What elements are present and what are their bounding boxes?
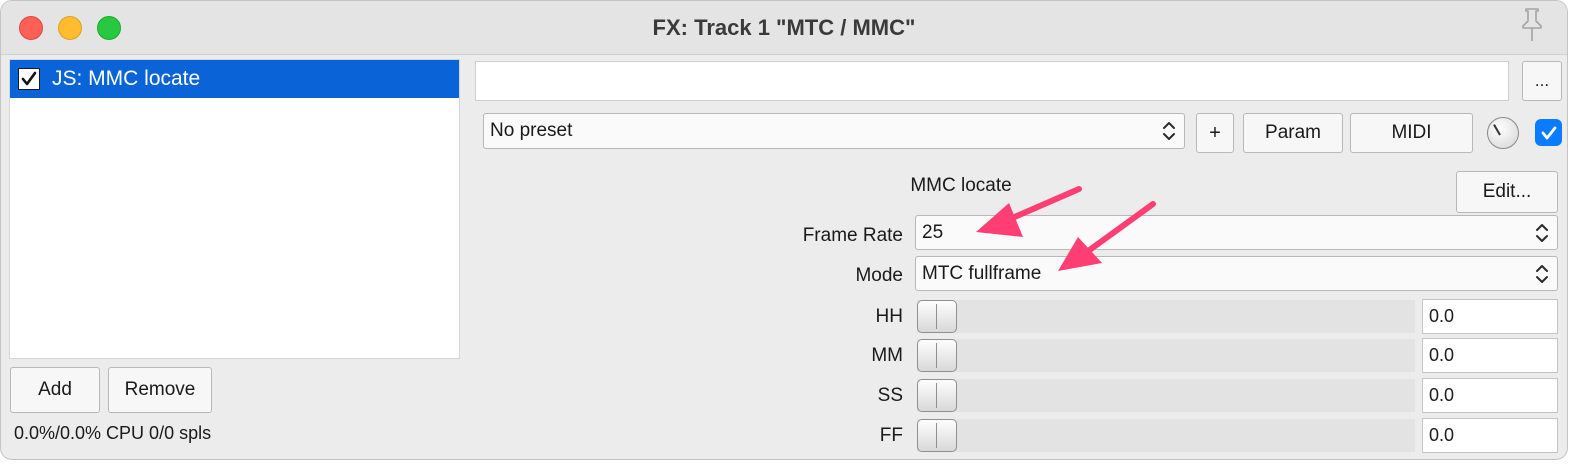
- slider-thumb[interactable]: [917, 300, 957, 333]
- slider-ss[interactable]: [917, 379, 1415, 412]
- pin-icon[interactable]: [1515, 5, 1549, 43]
- edit-button[interactable]: Edit...: [1456, 171, 1558, 213]
- fx-enable-checkbox[interactable]: [18, 68, 40, 90]
- frame-rate-label: Frame Rate: [802, 225, 903, 246]
- slider-label-mm: MM: [871, 345, 903, 366]
- preset-value: No preset: [490, 120, 573, 141]
- title-bar[interactable]: FX: Track 1 "MTC / MMC": [1, 1, 1567, 55]
- cpu-status: 0.0%/0.0% CPU 0/0 spls: [14, 423, 212, 443]
- add-preset-button[interactable]: +: [1196, 113, 1234, 153]
- fx-bypass-checkbox[interactable]: [1535, 119, 1562, 146]
- slider-label-ss: SS: [877, 385, 903, 406]
- mode-select[interactable]: MTC fullframe: [915, 256, 1558, 291]
- slider-label-ff: FF: [879, 425, 903, 446]
- slider-thumb[interactable]: [917, 419, 957, 452]
- slider-thumb[interactable]: [917, 339, 957, 372]
- plugin-name: MMC locate: [910, 175, 1012, 196]
- frame-rate-select[interactable]: 25: [915, 215, 1558, 250]
- slider-value-hh[interactable]: 0.0: [1422, 299, 1558, 334]
- slider-value-ss[interactable]: 0.0: [1422, 378, 1558, 413]
- fx-item-label: JS: MMC locate: [52, 67, 201, 90]
- midi-button[interactable]: MIDI: [1350, 113, 1473, 153]
- checkmark-icon: [21, 71, 37, 86]
- select-arrows-icon: [1163, 122, 1175, 140]
- fx-chain-list[interactable]: JS: MMC locate: [9, 59, 460, 359]
- fx-chain-item[interactable]: JS: MMC locate: [10, 60, 459, 98]
- slider-thumb[interactable]: [917, 379, 957, 412]
- preset-select[interactable]: No preset: [483, 113, 1185, 149]
- slider-label-hh: HH: [875, 306, 903, 327]
- mode-value: MTC fullframe: [922, 262, 1042, 284]
- more-options-button[interactable]: ...: [1522, 61, 1562, 101]
- add-fx-button[interactable]: Add: [10, 367, 100, 413]
- fx-name-field[interactable]: [475, 61, 1509, 101]
- slider-hh[interactable]: [917, 300, 1415, 333]
- fx-window: FX: Track 1 "MTC / MMC" JS: MMC locate A…: [0, 0, 1568, 460]
- slider-ff[interactable]: [917, 419, 1415, 452]
- frame-rate-value: 25: [922, 221, 944, 243]
- slider-value-ff[interactable]: 0.0: [1422, 418, 1558, 453]
- remove-fx-button[interactable]: Remove: [108, 367, 212, 413]
- select-arrows-icon: [1536, 223, 1548, 242]
- select-arrows-icon: [1536, 264, 1548, 283]
- checkmark-icon: [1541, 126, 1556, 139]
- slider-value-mm[interactable]: 0.0: [1422, 338, 1558, 373]
- window-title: FX: Track 1 "MTC / MMC": [652, 15, 916, 40]
- mode-label: Mode: [855, 265, 903, 286]
- param-button[interactable]: Param: [1243, 113, 1343, 153]
- wet-knob[interactable]: [1487, 117, 1519, 149]
- slider-mm[interactable]: [917, 339, 1415, 372]
